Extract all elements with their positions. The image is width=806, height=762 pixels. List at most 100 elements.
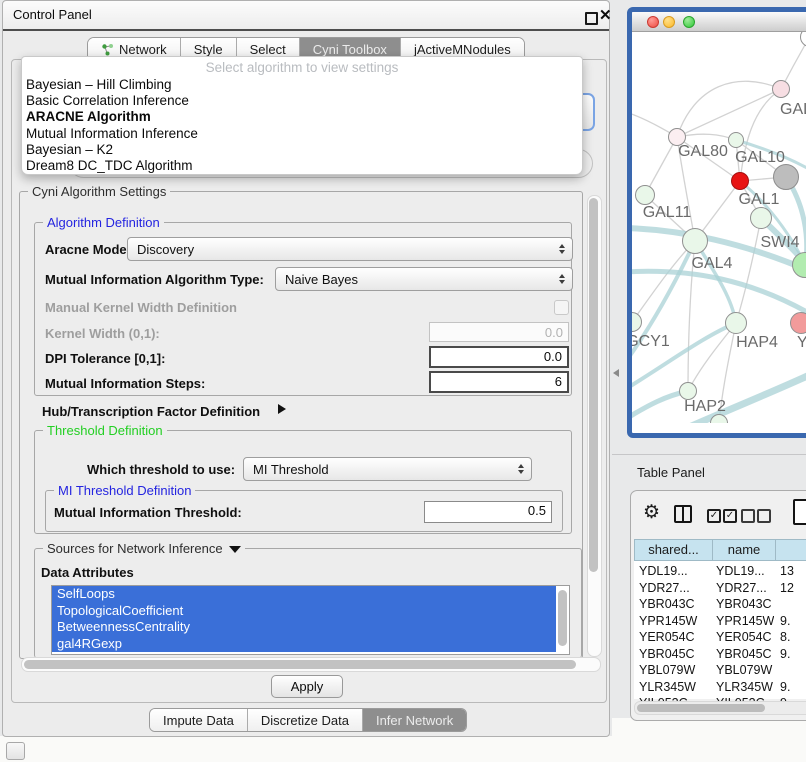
settings-horizontal-scrollbar[interactable] [21, 657, 601, 672]
node-swi4-small[interactable] [750, 207, 772, 229]
node-gal-partial[interactable] [772, 80, 790, 98]
sources-collapse-icon [229, 546, 241, 553]
tab-discretize-data[interactable]: Discretize Data [248, 709, 363, 731]
minimize-traffic-light[interactable] [663, 16, 675, 28]
table-horizontal-scrollbar[interactable] [634, 701, 806, 715]
table-panel-window: ⚙ ✓ ✓ shared... name YDL19... YDL19... 1… [630, 490, 806, 721]
algorithm-dropdown-popup: Select algorithm to view settings Bayesi… [21, 56, 583, 175]
manual-kernel-width-checkbox [554, 300, 569, 315]
dpi-tolerance-label: DPI Tolerance [0,1]: [45, 351, 165, 366]
node-salmon[interactable] [790, 312, 806, 334]
table-row[interactable]: YDR27... YDR27... 12 [634, 581, 806, 598]
table-panel-title: Table Panel [637, 465, 705, 480]
checked-checkbox-pair-icon[interactable]: ✓ [707, 509, 721, 523]
column-header-sharedname[interactable]: shared... [634, 539, 713, 561]
mi-algorithm-type-value: Naive Bayes [285, 272, 358, 287]
which-threshold-value: MI Threshold [253, 462, 329, 477]
table-row[interactable]: YER054C YER054C 8. [634, 630, 806, 647]
aracne-mode-combo[interactable]: Discovery [127, 237, 573, 261]
zoom-traffic-light[interactable] [683, 16, 695, 28]
control-panel-title: Control Panel [13, 7, 92, 22]
node-gray[interactable] [773, 164, 799, 190]
network-canvas: GAL80 GAL10 GAL1 GAL11 SWI4 GAL4 GCY1 HA… [632, 32, 806, 423]
settings-horizontal-scrollbar-thumb[interactable] [24, 660, 576, 669]
table-horizontal-scrollbar-thumb[interactable] [637, 704, 765, 712]
stepper-icon [559, 244, 565, 254]
threshold-definition-group: Threshold Definition Which threshold to … [34, 430, 572, 534]
checked-checkbox-pair-icon[interactable]: ✓ [723, 509, 737, 523]
panel-splitter-arrow[interactable] [613, 369, 619, 377]
cyni-algorithm-settings-group: Cyni Algorithm Settings Algorithm Defini… [19, 191, 583, 659]
sources-title[interactable]: Sources for Network Inference [43, 541, 245, 556]
mi-threshold-definition-title: MI Threshold Definition [54, 483, 195, 498]
network-view-window: GAL80 GAL10 GAL1 GAL11 SWI4 GAL4 GCY1 HA… [627, 7, 806, 438]
sources-group: Sources for Network Inference Data Attri… [34, 548, 582, 658]
document-icon[interactable] [793, 499, 806, 525]
attribute-table: shared... name YDL19... YDL19... 13 YDR2… [634, 539, 806, 699]
node-gal1[interactable] [731, 172, 749, 190]
aracne-mode-value: Discovery [137, 242, 194, 257]
close-icon[interactable]: ✕ [599, 6, 612, 24]
hub-definition-label: Hub/Transcription Factor Definition [42, 404, 260, 419]
algorithm-option[interactable]: Bayesian – Hill Climbing [22, 77, 582, 93]
tab-impute-data[interactable]: Impute Data [150, 709, 248, 731]
collapsed-panel-button[interactable] [6, 742, 25, 760]
node-gal4[interactable] [682, 228, 708, 254]
table-row[interactable]: YDL19... YDL19... 13 [634, 564, 806, 581]
algorithm-option[interactable]: Bayesian – K2 [22, 142, 582, 158]
attribute-item[interactable]: BetweennessCentrality [52, 619, 556, 636]
dpi-tolerance-field[interactable]: 0.0 [429, 346, 569, 368]
tab-infer-network[interactable]: Infer Network [363, 709, 466, 731]
attribute-item[interactable]: gal4RGexp [52, 636, 556, 653]
node-gal11[interactable] [635, 185, 655, 205]
settings-vertical-scrollbar-thumb[interactable] [589, 198, 598, 572]
node-gal10[interactable] [728, 132, 744, 148]
table-panel-header-bar: Table Panel [612, 454, 806, 489]
algorithm-dropdown-placeholder: Select algorithm to view settings [22, 57, 582, 77]
unchecked-checkbox-pair-icon[interactable] [757, 509, 771, 523]
column-header-name[interactable]: name [712, 539, 776, 561]
algorithm-option[interactable]: Mutual Information Inference [22, 126, 582, 142]
which-threshold-label: Which threshold to use: [87, 462, 235, 477]
table-row[interactable]: YBL079W YBL079W [634, 663, 806, 680]
table-row[interactable]: YBR045C YBR045C 9. [634, 647, 806, 664]
kernel-width-label: Kernel Width (0,1): [45, 326, 160, 341]
app-root: Control Panel ✕ Network Style Select Cyn… [0, 0, 806, 762]
table-row[interactable]: YLR345W YLR345W 9. [634, 680, 806, 697]
gear-icon[interactable]: ⚙ [643, 501, 660, 524]
node-label-gal80: GAL80 [678, 143, 728, 161]
algorithm-option[interactable]: Dream8 DC_TDC Algorithm [22, 158, 582, 174]
node-label-gal1: GAL1 [739, 191, 780, 209]
algorithm-definition-group: Algorithm Definition Aracne Mode: Discov… [34, 222, 572, 396]
table-row[interactable]: YBR043C YBR043C [634, 597, 806, 614]
algorithm-option[interactable]: Basic Correlation Inference [22, 93, 582, 109]
close-traffic-light[interactable] [647, 16, 659, 28]
float-window-icon[interactable] [585, 12, 598, 25]
tab-network-label: Network [119, 42, 167, 57]
unchecked-checkbox-pair-icon[interactable] [741, 509, 755, 523]
data-attributes-list[interactable]: SelfLoops TopologicalCoefficient Between… [51, 585, 570, 655]
node-hap4[interactable] [725, 312, 747, 334]
mi-steps-field[interactable]: 6 [429, 371, 569, 393]
attribute-item[interactable]: TopologicalCoefficient [52, 603, 556, 620]
attributes-scrollbar-thumb[interactable] [558, 590, 567, 646]
settings-vertical-scrollbar[interactable] [587, 195, 602, 657]
control-panel-titlebar: Control Panel [3, 1, 609, 31]
bottom-right-strip [612, 718, 806, 762]
mi-algorithm-type-combo[interactable]: Naive Bayes [275, 267, 573, 291]
algorithm-option-selected[interactable]: ARACNE Algorithm [22, 109, 582, 125]
node-label-y-partial: Y [797, 334, 806, 352]
manual-kernel-width-label: Manual Kernel Width Definition [45, 300, 237, 315]
column-header-partial[interactable] [775, 539, 806, 561]
apply-button[interactable]: Apply [271, 675, 343, 698]
stepper-icon [559, 274, 565, 284]
table-row[interactable]: YPR145W YPR145W 9. [634, 614, 806, 631]
which-threshold-combo[interactable]: MI Threshold [243, 457, 532, 481]
node-label-gal4: GAL4 [692, 255, 733, 273]
hub-expander-icon[interactable] [278, 404, 286, 414]
control-panel-window: Control Panel ✕ Network Style Select Cyn… [2, 0, 610, 737]
split-pane-icon[interactable] [674, 505, 692, 523]
node-label-swi4: SWI4 [760, 234, 799, 252]
mi-threshold-field[interactable]: 0.5 [424, 501, 552, 523]
attribute-item[interactable]: SelfLoops [52, 586, 556, 603]
